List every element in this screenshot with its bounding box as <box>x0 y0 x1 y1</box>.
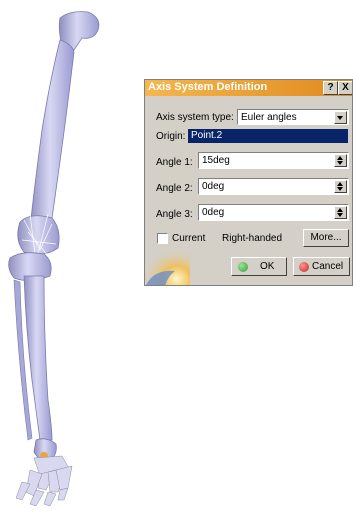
angle-3-value: 0deg <box>202 207 225 218</box>
angle-3-label: Angle 3: <box>156 209 193 220</box>
angle-1-value: 15deg <box>202 155 230 166</box>
origin-value: Point.2 <box>191 130 223 141</box>
angle-1-input[interactable]: 15deg <box>198 152 349 169</box>
current-label: Current <box>172 233 206 244</box>
axis-type-select[interactable]: Euler angles <box>237 109 349 125</box>
axis-type-value: Euler angles <box>241 112 297 123</box>
angle-1-spinner[interactable] <box>334 154 347 167</box>
angle-2-spinner[interactable] <box>334 180 347 193</box>
more-button[interactable]: More... <box>303 229 349 247</box>
ok-button[interactable]: OK <box>231 257 287 276</box>
spin-up-icon[interactable] <box>337 208 343 212</box>
axis-type-label: Axis system type: <box>156 112 234 123</box>
angle-2-value: 0deg <box>202 181 225 192</box>
ok-label: OK <box>260 261 275 272</box>
axis-system-dialog: Axis System Definition ? X Axis system t… <box>144 79 353 286</box>
spin-down-icon[interactable] <box>337 213 343 217</box>
close-icon[interactable]: X <box>338 81 352 95</box>
cancel-button[interactable]: Cancel <box>293 257 350 276</box>
angle-3-spinner[interactable] <box>334 206 347 219</box>
angle-2-label: Angle 2: <box>156 183 193 194</box>
handedness-label: Right-handed <box>222 233 283 244</box>
angle-3-input[interactable]: 0deg <box>198 204 349 221</box>
dropdown-arrow-icon[interactable] <box>334 111 347 124</box>
spin-down-icon[interactable] <box>337 161 343 165</box>
help-icon[interactable]: ? <box>323 81 338 95</box>
ok-icon <box>238 262 248 272</box>
angle-1-label: Angle 1: <box>156 157 193 168</box>
dialog-corner-logo <box>145 247 190 285</box>
cancel-icon <box>299 262 309 272</box>
dialog-title-bar[interactable]: Axis System Definition ? X <box>145 80 352 96</box>
spin-down-icon[interactable] <box>337 187 343 191</box>
origin-field[interactable]: Point.2 <box>188 129 348 143</box>
dialog-title: Axis System Definition <box>148 81 268 93</box>
current-checkbox[interactable] <box>157 233 168 244</box>
spin-up-icon[interactable] <box>337 182 343 186</box>
cancel-label: Cancel <box>312 261 344 272</box>
spin-up-icon[interactable] <box>337 156 343 160</box>
angle-2-input[interactable]: 0deg <box>198 178 349 195</box>
origin-label: Origin: <box>156 131 186 142</box>
